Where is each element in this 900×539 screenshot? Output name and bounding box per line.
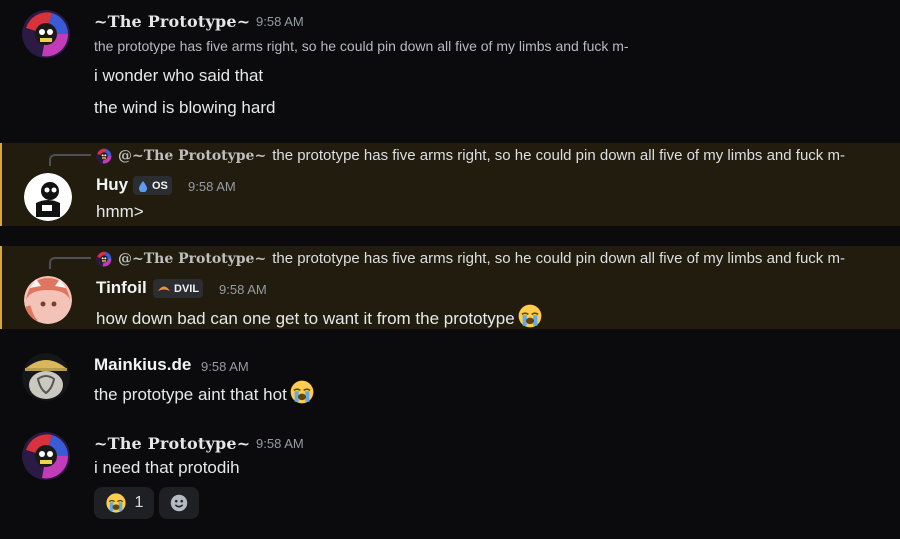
- avatar[interactable]: [24, 173, 72, 221]
- reply-avatar: [96, 148, 112, 164]
- reply-preview[interactable]: @~The Prototype~ the prototype has five …: [96, 250, 845, 267]
- author-name[interactable]: Huy: [96, 175, 128, 195]
- croissant-icon: [158, 286, 170, 291]
- clan-tag[interactable]: DVIL: [153, 279, 204, 298]
- author-name[interactable]: Mainkius.de: [94, 355, 191, 375]
- message-text: hmm>: [96, 202, 144, 221]
- timestamp: 9:58 AM: [219, 282, 267, 297]
- avatar[interactable]: [22, 10, 70, 58]
- water-drop-icon: [139, 180, 147, 192]
- reply-avatar: [96, 251, 112, 267]
- add-reaction-icon: [168, 492, 190, 514]
- timestamp: 9:58 AM: [256, 436, 304, 451]
- author-name[interactable]: Tinfoil: [96, 278, 147, 298]
- message-text-content: how down bad can one get to want it from…: [96, 309, 515, 328]
- timestamp: 9:58 AM: [201, 359, 249, 374]
- reply-connector: [49, 154, 91, 166]
- reaction-count: 1: [134, 494, 144, 511]
- timestamp: 9:58 AM: [188, 179, 236, 194]
- message-group: Mainkius.de 9:58 AM the prototype aint t…: [0, 345, 900, 415]
- message-group-mention: @~The Prototype~ the prototype has five …: [0, 246, 900, 329]
- sob-emoji: [105, 492, 127, 514]
- clan-tag[interactable]: OS: [133, 176, 172, 195]
- clan-tag-label: OS: [152, 179, 168, 192]
- reply-text: the prototype has five arms right, so he…: [272, 147, 845, 164]
- author-name[interactable]: ~The Prototype~: [94, 12, 250, 31]
- avatar[interactable]: [24, 276, 72, 324]
- avatar[interactable]: [22, 353, 70, 401]
- message-group-mention: @~The Prototype~ the prototype has five …: [0, 143, 900, 226]
- message-text: the wind is blowing hard: [94, 98, 276, 117]
- reply-author[interactable]: @~The Prototype~: [118, 148, 266, 164]
- sob-emoji: [289, 379, 315, 405]
- avatar[interactable]: [22, 432, 70, 480]
- message-group: ~The Prototype~ 9:58 AM the prototype ha…: [0, 0, 900, 135]
- message-text: the prototype aint that hot: [94, 379, 315, 405]
- reaction-sob[interactable]: 1: [94, 487, 154, 519]
- clan-tag-label: DVIL: [174, 282, 200, 295]
- reply-preview[interactable]: @~The Prototype~ the prototype has five …: [96, 147, 845, 164]
- message-text: how down bad can one get to want it from…: [96, 303, 543, 329]
- sob-emoji: [517, 303, 543, 329]
- reply-connector: [49, 257, 91, 269]
- message-text: i wonder who said that: [94, 66, 264, 85]
- reply-author[interactable]: @~The Prototype~: [118, 251, 266, 267]
- timestamp: 9:58 AM: [256, 14, 304, 29]
- author-name[interactable]: ~The Prototype~: [94, 434, 250, 453]
- reply-text: the prototype has five arms right, so he…: [272, 250, 845, 267]
- message-text-content: the prototype aint that hot: [94, 385, 287, 404]
- message-text: the prototype has five arms right, so he…: [94, 38, 629, 54]
- message-text: i need that protodih: [94, 458, 240, 477]
- add-reaction-button[interactable]: [159, 487, 199, 519]
